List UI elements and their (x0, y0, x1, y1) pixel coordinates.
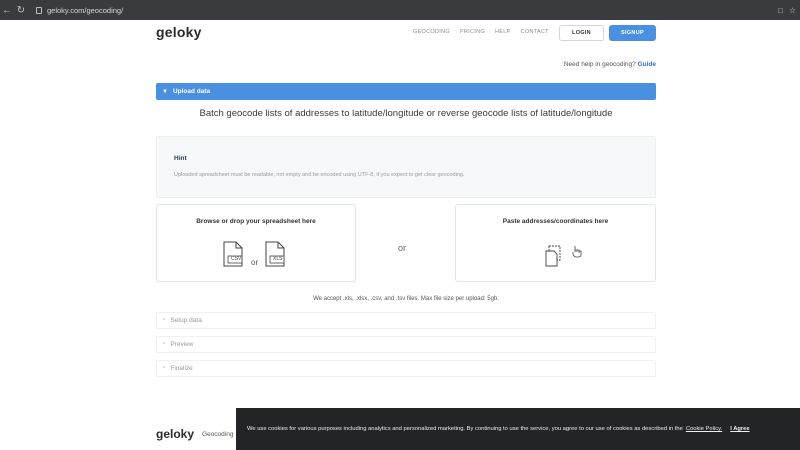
chevron-up-icon: ^ (163, 317, 166, 324)
accordion-label: Preview (170, 341, 194, 348)
url-text: geloky.com/geocoding/ (47, 5, 124, 15)
site-logo[interactable]: geloky (156, 24, 202, 40)
cookie-policy-link[interactable]: Cookie Policy. (686, 426, 722, 432)
hint-text: Uploaded spreadsheet must be readable, n… (174, 172, 465, 178)
translate-icon[interactable]: □ (778, 6, 783, 15)
star-icon[interactable]: ☆ (789, 6, 796, 15)
address-bar[interactable]: geloky.com/geocoding/ (36, 3, 774, 17)
footer-geocoding-link[interactable]: Geocoding (202, 431, 233, 438)
accordion-label: Finalize (170, 365, 193, 372)
paste-zone[interactable]: Paste addresses/coordinates here (455, 204, 656, 282)
accordion-label: Setup data (170, 317, 202, 324)
accepted-formats-note: We accept .xls, .xlsx, .csv, and .tsv fi… (313, 296, 499, 302)
chevron-up-icon: ^ (163, 341, 166, 348)
nav-geocoding[interactable]: GEOCODING (413, 29, 450, 35)
signup-button[interactable]: SIGNUP (609, 25, 656, 41)
guide-link[interactable]: Guide (638, 61, 656, 68)
csv-file-icon: CSV (223, 241, 243, 267)
upload-data-label: Upload data (172, 88, 211, 95)
browser-toolbar: ← ↻ geloky.com/geocoding/ □ ☆ (0, 0, 800, 20)
reload-icon[interactable]: ↻ (14, 5, 28, 16)
xls-label: XLS (273, 256, 283, 262)
accordion-preview[interactable]: ^ Preview (156, 336, 656, 353)
hand-cursor-icon (572, 245, 582, 258)
paste-title: Paste addresses/coordinates here (502, 218, 609, 225)
hint-title: Hint (174, 155, 187, 162)
hint-box: Hint Uploaded spreadsheet must be readab… (156, 136, 656, 198)
chevron-up-icon: ^ (163, 365, 166, 372)
browse-drop-zone[interactable]: Browse or drop your spreadsheet here CSV… (156, 204, 356, 282)
nav-contact[interactable]: CONTACT (521, 29, 549, 35)
top-nav: GEOCODING PRICING HELP CONTACT (413, 29, 549, 35)
middle-or: or (398, 243, 407, 253)
back-arrow-icon[interactable]: ← (0, 5, 14, 16)
lock-icon (36, 6, 42, 14)
browse-title: Browse or drop your spreadsheet here (196, 218, 316, 225)
csv-label: CSV (231, 256, 242, 262)
nav-pricing[interactable]: PRICING (460, 29, 485, 35)
footer-logo[interactable]: geloky (156, 427, 194, 441)
accordion-finalize[interactable]: ^ Finalize (156, 360, 656, 377)
help-prefix: Need help in geocoding? (563, 61, 636, 68)
accordion-setup-data[interactable]: ^ Setup data (156, 312, 656, 329)
cookie-banner: We use cookies for various purposes incl… (236, 408, 800, 450)
cookie-accept-button[interactable]: I Agree (730, 426, 749, 432)
xls-file-icon: XLS (265, 241, 285, 267)
help-line: Need help in geocoding? Guide (564, 61, 656, 68)
upload-data-section-header[interactable]: ▼ Upload data (156, 83, 656, 100)
page-headline: Batch geocode lists of addresses to lati… (199, 108, 613, 119)
nav-help[interactable]: HELP (495, 29, 511, 35)
login-button[interactable]: LOGIN (559, 25, 604, 41)
cookie-text: We use cookies for various purposes incl… (247, 426, 683, 432)
files-or: or (251, 258, 259, 267)
chevron-down-icon: ▼ (162, 88, 168, 95)
paste-document-icon (545, 245, 561, 267)
